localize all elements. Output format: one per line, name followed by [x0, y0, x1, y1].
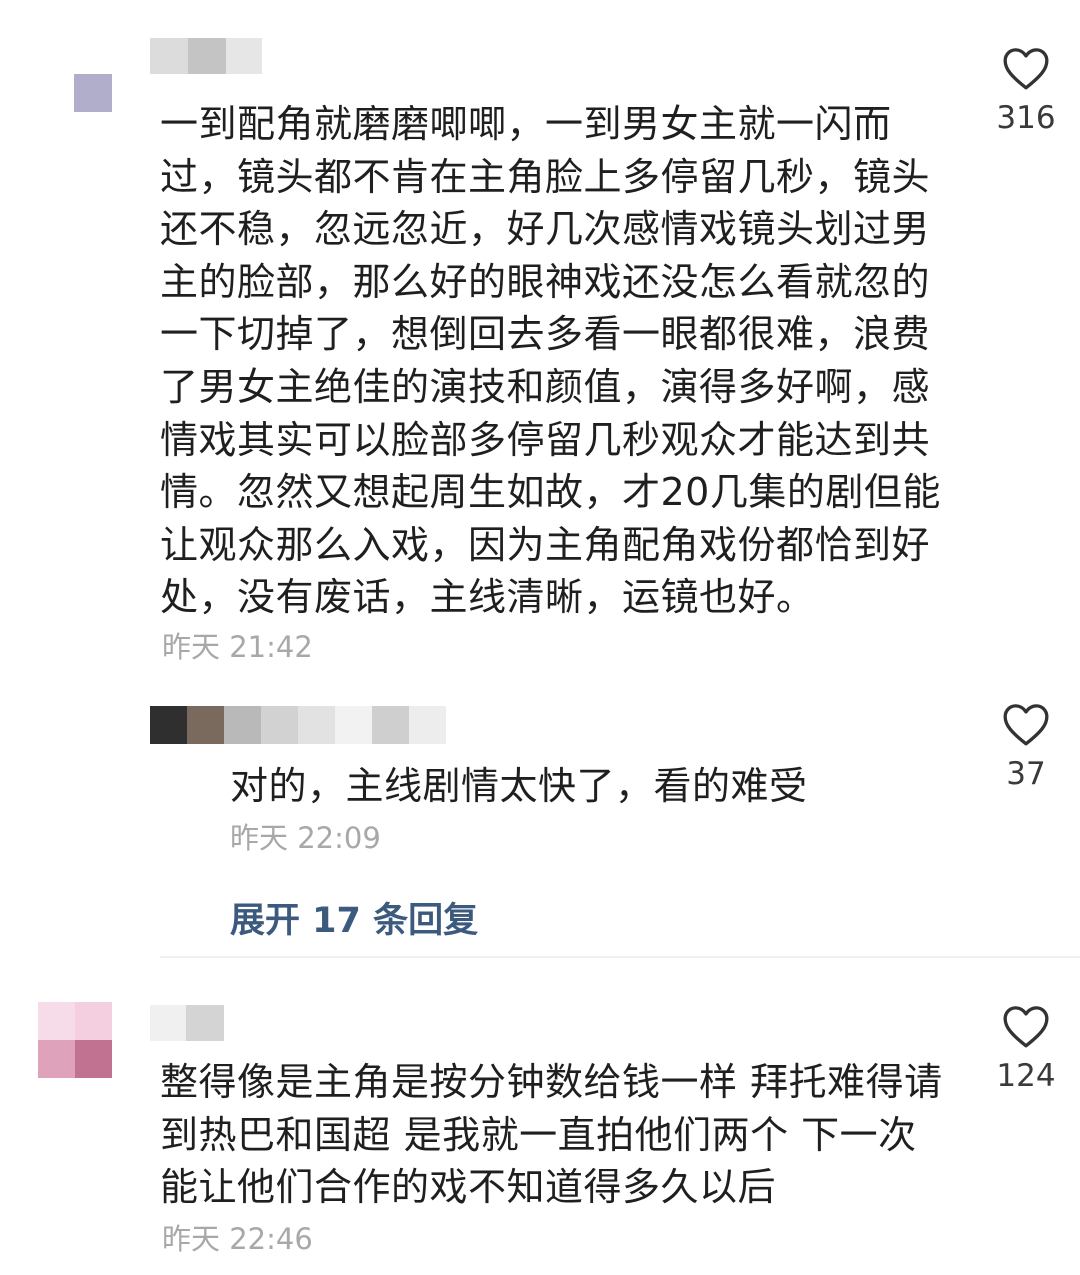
comment-timestamp: 昨天 21:42: [162, 630, 313, 664]
like-count: 124: [996, 1058, 1056, 1094]
like-count: 316: [996, 100, 1056, 136]
comment-timestamp: 昨天 22:46: [162, 1222, 313, 1256]
divider: [160, 956, 1080, 958]
like-count: 37: [1006, 756, 1046, 792]
expand-replies-link[interactable]: 展开 17 条回复: [230, 892, 478, 943]
comment-text: 一到配角就磨磨唧唧，一到男女主就一闪而过，镜头都不肯在主角脸上多停留几秒，镜头还…: [160, 102, 941, 620]
like-button[interactable]: 124: [976, 1002, 1076, 1094]
username[interactable]: [150, 1005, 224, 1041]
avatar[interactable]: [38, 1002, 112, 1078]
heart-outline-icon: [1003, 48, 1049, 90]
avatar[interactable]: [74, 74, 114, 114]
username[interactable]: [150, 38, 262, 74]
like-button[interactable]: 316: [976, 44, 1076, 136]
reply-timestamp: 昨天 22:09: [230, 821, 381, 855]
reply-username[interactable]: [150, 706, 446, 744]
heart-outline-icon: [1003, 704, 1049, 746]
reply-like-button[interactable]: 37: [976, 700, 1076, 792]
heart-outline-icon: [1003, 1006, 1049, 1048]
reply-text: 对的，主线剧情太快了，看的难受: [230, 764, 808, 808]
comment-text: 整得像是主角是按分钟数给钱一样 拜托难得请到热巴和国超 是我就一直拍他们两个 下…: [160, 1060, 943, 1210]
